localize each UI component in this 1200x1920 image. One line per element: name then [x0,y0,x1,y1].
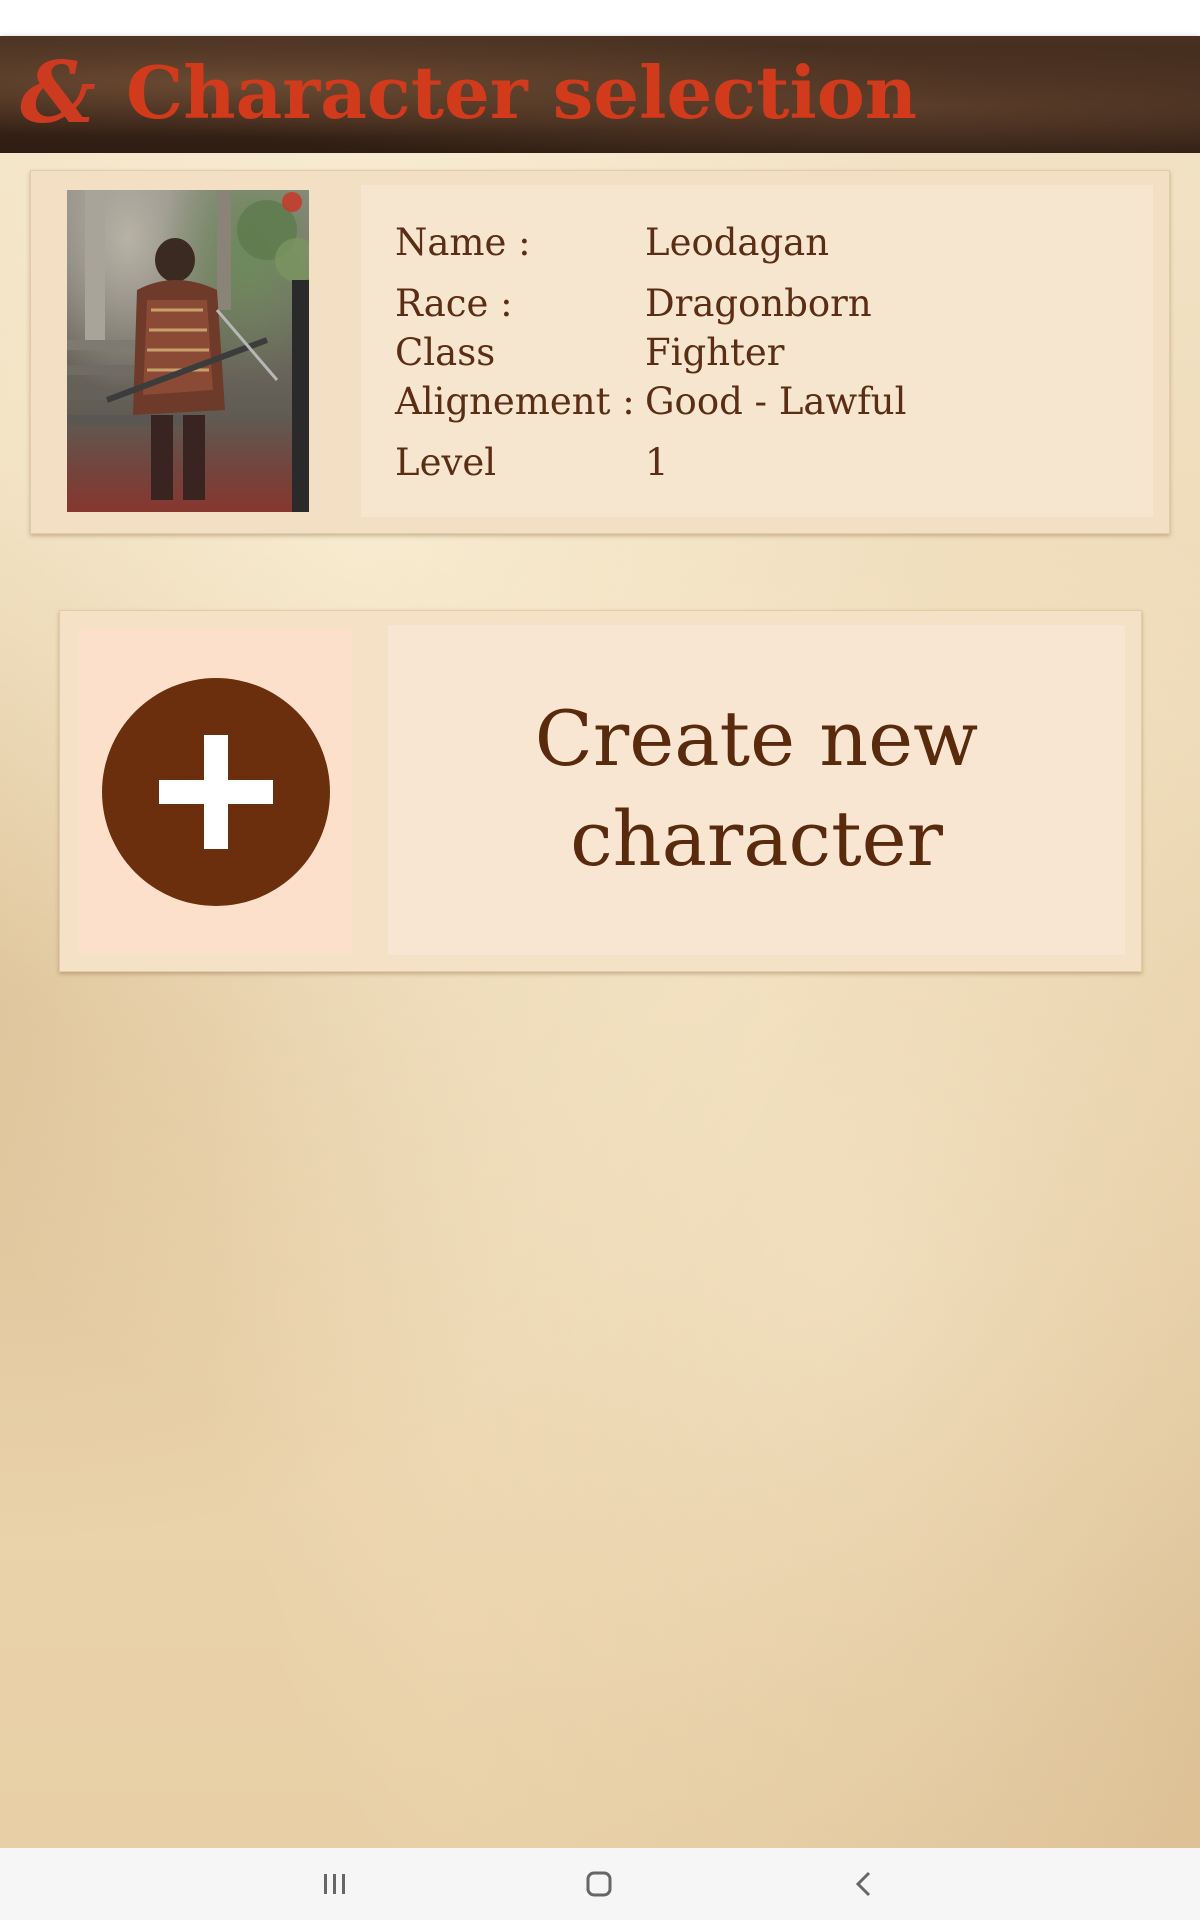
class-value: Fighter [645,331,785,374]
create-icon-box [79,629,352,953]
dnd-ampersand-logo-icon: & [20,43,96,142]
character-info-panel: Name : Leodagan Race : Dragonborn Class … [361,185,1153,517]
system-nav-bar [0,1848,1200,1920]
page-title: Character selection [126,50,918,135]
back-icon[interactable] [833,1862,893,1906]
plus-circle-icon [102,678,330,906]
race-value: Dragonborn [645,282,872,325]
plus-bar-vertical [204,735,228,849]
app-header: & Character selection [0,36,1200,153]
alignment-label: Alignement : [395,380,635,423]
create-label-box: Create new character [388,625,1125,955]
create-label-line1: Create new [534,694,979,783]
name-value: Leodagan [645,221,830,264]
portrait-illustration [67,190,309,512]
level-value: 1 [645,441,669,484]
alignment-value: Good - Lawful [645,380,907,423]
character-portrait [67,190,309,512]
status-bar [0,0,1200,36]
race-label: Race : [395,282,513,325]
create-label-line2: character [570,794,943,883]
create-character-button[interactable]: Create new character [59,610,1142,972]
recents-icon[interactable] [305,1862,365,1906]
character-card[interactable]: Name : Leodagan Race : Dragonborn Class … [30,170,1170,534]
level-label: Level [395,441,497,484]
home-icon[interactable] [569,1862,629,1906]
create-label: Create new character [388,689,1125,889]
name-label: Name : [395,221,531,264]
class-label: Class [395,331,496,374]
